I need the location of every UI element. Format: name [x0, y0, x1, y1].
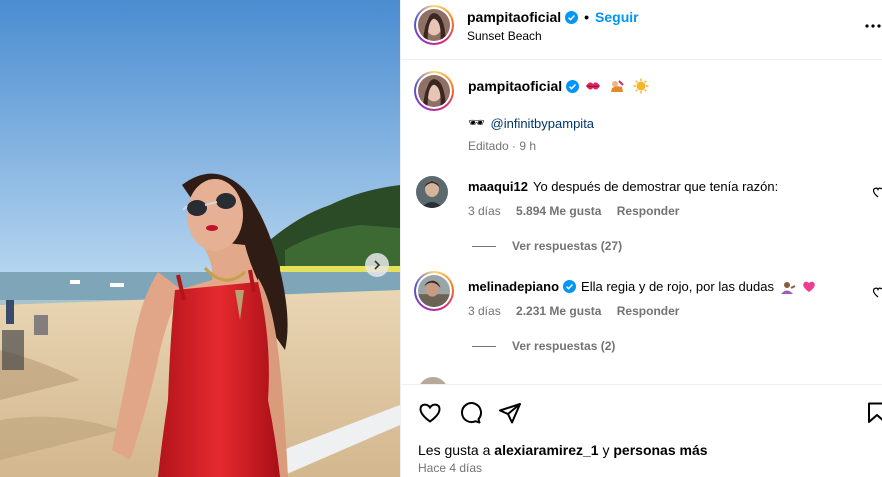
- commenter-photo: [418, 377, 448, 384]
- commenter-photo: [416, 176, 448, 208]
- post-timestamp: Hace 4 días: [418, 461, 483, 475]
- likes-username[interactable]: alexiaramirez_1: [494, 442, 598, 458]
- reply-button[interactable]: Responder: [617, 304, 680, 318]
- beach-photo-illustration: [0, 0, 400, 477]
- comment-icon[interactable]: [458, 401, 482, 425]
- caption-meta: Editado · 9 h: [468, 139, 537, 153]
- view-replies-label: Ver respuestas (27): [512, 239, 623, 253]
- carousel-next-button[interactable]: [365, 253, 389, 277]
- likes-summary: Les gusta a alexiaramirez_1 y personas m…: [418, 442, 708, 458]
- comment-line: melinadepiano Ella regia y de rojo, por …: [468, 279, 816, 294]
- author-photo: [418, 75, 450, 107]
- more-options-icon[interactable]: [863, 16, 882, 36]
- woman-tipping-hand-icon: [780, 281, 796, 294]
- verified-badge-icon: [565, 10, 579, 24]
- woman-getting-massage-icon: [611, 80, 624, 92]
- caption-mention[interactable]: @infinitbypampita: [491, 116, 595, 131]
- replies-divider: [472, 245, 496, 247]
- kiss-icon: [586, 82, 601, 90]
- post-side-panel: pampitaoficial • Seguir Sunset Beach pam…: [400, 0, 882, 477]
- comment-time: 3 días: [468, 304, 501, 318]
- comment-text: Ella regia y de rojo, por las dudas: [581, 279, 774, 294]
- comment-line: maaqui12 Yo después de demostrar que ten…: [468, 179, 778, 194]
- comment-text: Yo después de demostrar que tenía razón:: [532, 179, 779, 194]
- comment-likes[interactable]: 5.894 Me gusta: [516, 204, 601, 218]
- commenter-avatar[interactable]: [418, 377, 448, 384]
- comment-time: 3 días: [468, 204, 501, 218]
- author-photo: [418, 9, 450, 41]
- like-heart-icon[interactable]: [418, 401, 442, 425]
- view-replies-button[interactable]: Ver respuestas (2): [472, 339, 615, 353]
- author-username[interactable]: pampitaoficial: [467, 9, 561, 25]
- likes-connector: y: [602, 442, 610, 458]
- post-actions: Les gusta a alexiaramirez_1 y personas m…: [401, 384, 882, 477]
- sunglasses-emoji: 🕶: [468, 115, 485, 130]
- follow-button[interactable]: Seguir: [595, 9, 639, 25]
- caption-header: pampitaoficial: [468, 78, 649, 94]
- likes-others-link[interactable]: personas más: [613, 442, 707, 458]
- pink-heart-icon: [803, 281, 815, 292]
- commenter-photo: [418, 275, 450, 307]
- caption-avatar[interactable]: [414, 71, 454, 111]
- comment-likes[interactable]: 2.231 Me gusta: [516, 304, 601, 318]
- view-replies-label: Ver respuestas (2): [512, 339, 616, 353]
- comment-meta: 3 días 2.231 Me gusta Responder: [468, 304, 679, 318]
- post-photo[interactable]: [0, 0, 400, 477]
- author-avatar[interactable]: [414, 5, 454, 45]
- comment-username[interactable]: maaqui12: [468, 179, 528, 194]
- share-icon[interactable]: [498, 401, 522, 425]
- comment-like-icon[interactable]: [873, 285, 882, 299]
- post-location[interactable]: Sunset Beach: [467, 29, 542, 43]
- caption-username[interactable]: pampitaoficial: [468, 78, 562, 94]
- verified-badge-icon: [566, 79, 580, 93]
- comment-like-icon[interactable]: [873, 185, 882, 199]
- likes-prefix: Les gusta a: [418, 442, 491, 458]
- save-bookmark-icon[interactable]: [865, 401, 882, 425]
- comments-section[interactable]: pampitaoficial 🕶 @infinitbypampita Edita…: [401, 61, 882, 384]
- post-header: pampitaoficial • Seguir Sunset Beach: [401, 0, 882, 60]
- commenter-avatar[interactable]: [414, 271, 454, 311]
- comment-username[interactable]: melinadepiano: [468, 279, 559, 294]
- sun-icon: [633, 78, 649, 94]
- chevron-right-icon: [374, 260, 381, 270]
- verified-badge-icon: [563, 280, 577, 293]
- reply-button[interactable]: Responder: [617, 204, 680, 218]
- post-author-line: pampitaoficial • Seguir: [467, 9, 639, 25]
- replies-divider: [472, 345, 496, 347]
- view-replies-button[interactable]: Ver respuestas (27): [472, 239, 622, 253]
- commenter-avatar[interactable]: [416, 176, 448, 208]
- caption-body: 🕶 @infinitbypampita: [468, 115, 594, 131]
- comment-meta: 3 días 5.894 Me gusta Responder: [468, 204, 679, 218]
- separator-dot: •: [584, 9, 590, 25]
